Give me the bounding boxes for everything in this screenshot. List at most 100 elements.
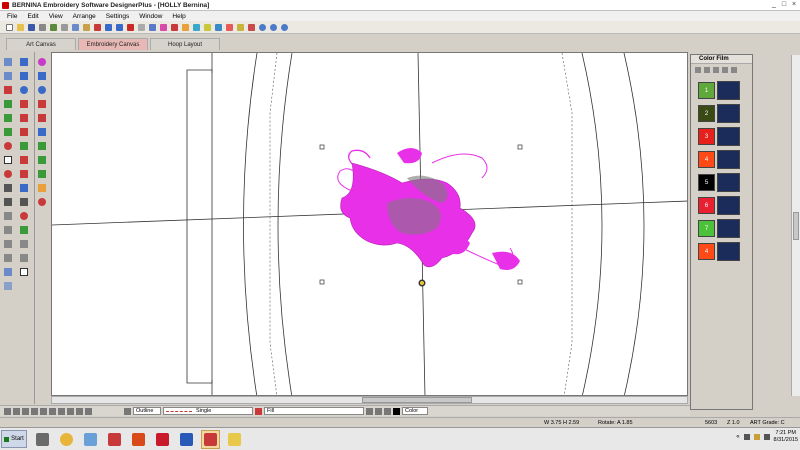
grid-pattern-icon[interactable] bbox=[18, 112, 30, 124]
triangle-icon[interactable] bbox=[2, 210, 14, 222]
redo-icon[interactable] bbox=[114, 22, 124, 32]
tray-flag-icon[interactable] bbox=[753, 434, 760, 440]
chrome-icon[interactable] bbox=[57, 430, 76, 449]
zoom-out-icon[interactable] bbox=[268, 22, 278, 32]
tools-app-icon[interactable] bbox=[33, 430, 52, 449]
film-next-icon[interactable] bbox=[731, 67, 737, 73]
clock[interactable]: 7:21 PM 8/31/2015 bbox=[774, 430, 798, 444]
measure-icon[interactable] bbox=[202, 22, 212, 32]
paste-icon[interactable] bbox=[81, 22, 91, 32]
tray-network-icon[interactable] bbox=[743, 434, 750, 440]
color-film-item[interactable]: 3 bbox=[698, 127, 752, 146]
ellipse-icon[interactable] bbox=[2, 168, 14, 180]
align-icon[interactable] bbox=[2, 238, 14, 250]
color-swirl-icon[interactable] bbox=[36, 56, 48, 68]
outline-swatch-icon[interactable] bbox=[124, 407, 131, 415]
lock-icon[interactable] bbox=[4, 407, 11, 415]
heart-icon[interactable] bbox=[36, 196, 48, 208]
copy-icon[interactable] bbox=[70, 22, 80, 32]
color-object-thumbnail[interactable] bbox=[717, 104, 740, 123]
export-icon[interactable] bbox=[48, 22, 58, 32]
color-swatch[interactable]: 5 bbox=[698, 174, 715, 191]
color-object-thumbnail[interactable] bbox=[717, 219, 740, 238]
hoop-icon[interactable] bbox=[147, 22, 157, 32]
green-motif-icon[interactable] bbox=[36, 140, 48, 152]
horizontal-scrollbar[interactable] bbox=[51, 396, 688, 404]
green-block-icon[interactable] bbox=[36, 154, 48, 166]
color-film-item[interactable]: 4 bbox=[698, 150, 752, 169]
tray-overflow-icon[interactable]: « bbox=[736, 434, 739, 440]
applique-icon[interactable] bbox=[18, 154, 30, 166]
align-center-icon[interactable] bbox=[40, 407, 47, 415]
show-bitmap-icon[interactable] bbox=[180, 22, 190, 32]
tab-hoop-layout[interactable]: Hoop Layout bbox=[150, 38, 220, 50]
save-icon[interactable] bbox=[26, 22, 36, 32]
stamp-icon[interactable] bbox=[2, 224, 14, 236]
cut-icon[interactable] bbox=[59, 22, 69, 32]
stitch-player-icon[interactable] bbox=[125, 22, 135, 32]
fill-select[interactable]: Fill bbox=[264, 407, 364, 415]
line-tool-icon[interactable] bbox=[2, 182, 14, 194]
artistic-view-icon[interactable] bbox=[158, 22, 168, 32]
distribute-icon[interactable] bbox=[58, 407, 65, 415]
film-sort-icon[interactable] bbox=[695, 67, 701, 73]
select-arrow-icon[interactable] bbox=[2, 56, 14, 68]
monogram-icon[interactable] bbox=[18, 168, 30, 180]
color-swatch[interactable]: 3 bbox=[698, 128, 715, 145]
flip-icon[interactable] bbox=[76, 407, 83, 415]
fill-swatch-icon[interactable] bbox=[255, 407, 262, 415]
cherry-app-icon[interactable] bbox=[153, 430, 172, 449]
reshape-icon[interactable] bbox=[2, 84, 14, 96]
red-star-icon[interactable] bbox=[18, 126, 30, 138]
digitize-column-icon[interactable] bbox=[2, 126, 14, 138]
texture-icon[interactable] bbox=[18, 252, 30, 264]
close-button[interactable]: × bbox=[790, 1, 798, 9]
menu-arrange[interactable]: Arrange bbox=[68, 13, 101, 20]
group-icon[interactable] bbox=[13, 407, 20, 415]
thread-chart-icon[interactable] bbox=[235, 22, 245, 32]
orange-tool-icon[interactable] bbox=[36, 182, 48, 194]
film-prev-icon[interactable] bbox=[722, 67, 728, 73]
green-tree-icon[interactable] bbox=[36, 168, 48, 180]
delete-icon[interactable] bbox=[92, 22, 102, 32]
color-swatch[interactable]: 4 bbox=[698, 151, 715, 168]
maximize-button[interactable]: □ bbox=[780, 1, 788, 9]
show-vector-icon[interactable] bbox=[191, 22, 201, 32]
motif-icon[interactable] bbox=[18, 140, 30, 152]
menu-settings[interactable]: Settings bbox=[101, 13, 135, 20]
new-file-icon[interactable] bbox=[4, 22, 14, 32]
tab-embroidery-canvas[interactable]: Embroidery Canvas bbox=[78, 38, 148, 50]
photoshop-icon[interactable] bbox=[129, 430, 148, 449]
line-type-select[interactable]: Single bbox=[163, 407, 253, 415]
vertical-scroll-thumb[interactable] bbox=[793, 212, 799, 240]
color-film-item[interactable]: 2 bbox=[698, 104, 752, 123]
zoom-fit-icon[interactable] bbox=[279, 22, 289, 32]
color-film-item[interactable]: 5 bbox=[698, 173, 752, 192]
color-object-thumbnail[interactable] bbox=[717, 150, 740, 169]
blue-star-icon[interactable] bbox=[36, 70, 48, 82]
explorer-icon[interactable] bbox=[225, 430, 244, 449]
align-right-icon[interactable] bbox=[49, 407, 56, 415]
color-picker-icon[interactable] bbox=[384, 407, 391, 415]
flower-icon[interactable] bbox=[18, 210, 30, 222]
undo-icon[interactable] bbox=[103, 22, 113, 32]
show-grid-icon[interactable] bbox=[136, 22, 146, 32]
embroidery-app-icon[interactable] bbox=[105, 430, 124, 449]
zoom-in-icon[interactable] bbox=[257, 22, 267, 32]
template-icon[interactable] bbox=[246, 22, 256, 32]
lettering-icon[interactable] bbox=[18, 56, 30, 68]
rotate-icon[interactable] bbox=[67, 407, 74, 415]
menu-window[interactable]: Window bbox=[134, 13, 167, 20]
polygon-select-icon[interactable] bbox=[2, 70, 14, 82]
color-object-thumbnail[interactable] bbox=[717, 81, 740, 100]
color-object-thumbnail[interactable] bbox=[717, 196, 740, 215]
color-swatch[interactable]: 4 bbox=[698, 243, 715, 260]
paint-icon[interactable] bbox=[81, 430, 100, 449]
align-left-icon[interactable] bbox=[31, 407, 38, 415]
color-swatch[interactable]: 6 bbox=[698, 197, 715, 214]
fill-settings-icon[interactable] bbox=[375, 407, 382, 415]
dice-icon[interactable] bbox=[18, 266, 30, 278]
letter-a-icon[interactable] bbox=[18, 182, 30, 194]
star-shape-icon[interactable] bbox=[18, 70, 30, 82]
color-select[interactable]: Color bbox=[402, 407, 428, 415]
